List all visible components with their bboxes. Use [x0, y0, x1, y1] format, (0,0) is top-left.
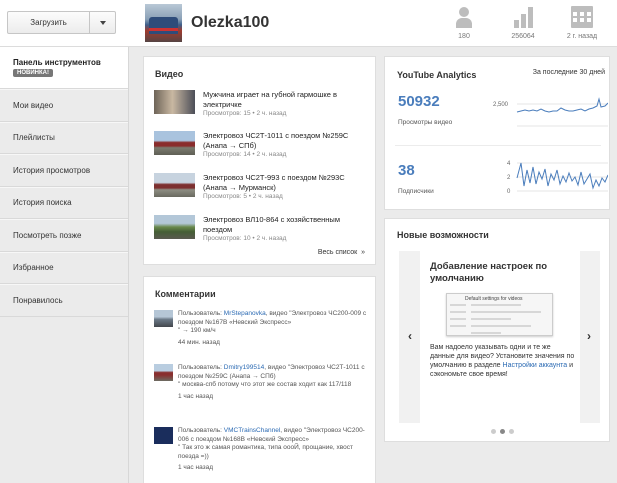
analytics-title[interactable]: YouTube Analytics: [397, 70, 476, 80]
comment-body: Пользователь: MrStepanovka, видео "Элект…: [178, 310, 370, 347]
channel-avatar[interactable]: [154, 427, 173, 444]
videos-card: Видео Мужчина играет на губной гармошке …: [143, 56, 376, 265]
carousel-pagination: [491, 429, 514, 434]
carousel-prev-icon[interactable]: ‹: [404, 329, 416, 343]
carousel-dot[interactable]: [500, 429, 505, 434]
comment-time: 1 час назад: [178, 392, 213, 400]
video-thumbnail[interactable]: [154, 90, 195, 114]
sidebar-item-search-history[interactable]: История поиска: [0, 186, 128, 219]
video-thumbnail[interactable]: [154, 215, 195, 239]
new-badge: НОВИНКА!: [13, 69, 53, 77]
account-settings-link[interactable]: Настройки аккаунта: [503, 362, 568, 369]
upload-button[interactable]: Загрузить: [8, 12, 90, 33]
sidebar-item-favorites[interactable]: Избранное: [0, 251, 128, 284]
comment-user-link[interactable]: Dmitry199514: [224, 364, 264, 371]
subscribers-sparkline[interactable]: 4 2 0: [493, 158, 608, 198]
slide-screenshot: Default settings for videos: [446, 293, 553, 336]
views-count: 256064: [511, 33, 535, 40]
views-sparkline[interactable]: 2,500: [493, 89, 608, 129]
video-meta: Просмотров: 5 • 2 ч. назад: [203, 193, 283, 200]
subscribers-value[interactable]: 38: [398, 162, 415, 179]
calendar-icon: [571, 6, 593, 28]
views-series-line: [516, 97, 608, 113]
video-item[interactable]: Электровоз ЧС2Т-993 с поездом №293С (Ана…: [154, 173, 369, 203]
subscribers-series-line: [516, 162, 608, 190]
views-axis-label: 2,500: [493, 102, 509, 108]
comment-time: 44 мин. назад: [178, 338, 220, 346]
comment-user-link[interactable]: MrStepanovka: [224, 310, 266, 317]
views-label: Просмотры видео: [398, 119, 453, 126]
comments-card: Комментарии Пользователь: MrStepanovka, …: [143, 276, 376, 483]
upload-button-group: Загрузить: [7, 11, 116, 34]
subscribers-label: Подписчики: [398, 188, 434, 195]
comments-title: Комментарии: [155, 289, 216, 299]
chevron-down-icon: [99, 20, 106, 25]
chevron-right-icon: »: [361, 249, 365, 256]
sidebar-item-watch-later[interactable]: Посмотреть позже: [0, 219, 128, 252]
video-meta: Просмотров: 15 • 2 ч. назад: [203, 110, 287, 117]
carousel-slide: Добавление настроек по умолчанию Default…: [420, 251, 580, 423]
subs-axis-label-top: 4: [507, 161, 511, 167]
video-thumbnail[interactable]: [154, 364, 173, 381]
video-title-link[interactable]: Электровоз ЧС2Т-1011 с поездом №259С (Ан…: [203, 131, 368, 151]
video-thumbnail[interactable]: [154, 131, 195, 155]
sidebar-item-label: Панель инструментов: [13, 58, 101, 67]
slide-description: Вам надоело указывать одни и те же данны…: [430, 344, 575, 378]
carousel-dot[interactable]: [509, 429, 514, 434]
features-carousel: ‹ Добавление настроек по умолчанию Defau…: [399, 251, 600, 423]
analytics-divider: [395, 145, 601, 146]
video-item[interactable]: Электровоз ВЛ10-864 с хозяйственным поез…: [154, 215, 369, 245]
sidebar: Панель инструментов НОВИНКА! Мои видео П…: [0, 47, 129, 483]
sidebar-item-my-videos[interactable]: Мои видео: [0, 89, 128, 122]
all-videos-link[interactable]: Весь список »: [318, 249, 365, 256]
upload-dropdown-button[interactable]: [90, 12, 115, 33]
views-chart-icon: [512, 6, 534, 28]
sidebar-item-dashboard[interactable]: Панель инструментов НОВИНКА!: [0, 47, 128, 89]
video-thumbnail[interactable]: [154, 310, 173, 327]
video-item[interactable]: Электровоз ЧС2Т-1011 с поездом №259С (Ан…: [154, 131, 369, 161]
views-value[interactable]: 50932: [398, 93, 440, 110]
subs-axis-label-mid: 2: [507, 175, 511, 181]
analytics-card: YouTube Analytics За последние 30 дней 5…: [384, 56, 610, 210]
comment-body: Пользователь: Dmitry199514, видео "Элект…: [178, 364, 370, 401]
subscribers-count: 180: [458, 33, 470, 40]
features-title: Новые возможности: [397, 230, 489, 240]
video-title-link[interactable]: Мужчина играет на губной гармошке в элек…: [203, 90, 368, 110]
analytics-period: За последние 30 дней: [532, 69, 605, 76]
carousel-next-icon[interactable]: ›: [583, 329, 595, 343]
video-meta: Просмотров: 10 • 2 ч. назад: [203, 235, 287, 242]
views-stat[interactable]: 256064: [498, 6, 548, 40]
video-thumbnail[interactable]: [154, 173, 195, 197]
channel-avatar[interactable]: [145, 4, 182, 42]
sidebar-item-watch-history[interactable]: История просмотров: [0, 154, 128, 187]
video-title-link[interactable]: Электровоз ЧС2Т-993 с поездом №293С (Ана…: [203, 173, 368, 193]
video-item[interactable]: Мужчина играет на губной гармошке в элек…: [154, 90, 369, 120]
subs-axis-label-bottom: 0: [507, 189, 511, 195]
subscribers-icon: [453, 6, 475, 28]
comment-user-link[interactable]: VMCTrainsChannel: [224, 427, 280, 434]
top-bar: Загрузить Olezka100 180 256064 2 г. наза…: [0, 0, 617, 47]
new-features-card: Новые возможности ‹ Добавление настроек …: [384, 218, 610, 442]
sidebar-item-liked[interactable]: Понравилось: [0, 284, 128, 317]
video-meta: Просмотров: 14 • 2 ч. назад: [203, 151, 287, 158]
channel-age: 2 г. назад: [566, 33, 598, 40]
channel-age-stat[interactable]: 2 г. назад: [557, 6, 607, 40]
sidebar-item-playlists[interactable]: Плейлисты: [0, 121, 128, 154]
subscribers-stat[interactable]: 180: [439, 6, 489, 40]
slide-screenshot-title: Default settings for videos: [465, 296, 523, 302]
carousel-dot[interactable]: [491, 429, 496, 434]
channel-name[interactable]: Olezka100: [191, 14, 269, 32]
slide-title: Добавление настроек по умолчанию: [430, 261, 548, 284]
comment-body: Пользователь: VMCTrainsChannel, видео "Э…: [178, 427, 370, 473]
comment-time: 1 час назад: [178, 464, 213, 471]
videos-title: Видео: [155, 69, 184, 79]
video-title-link[interactable]: Электровоз ВЛ10-864 с хозяйственным поез…: [203, 215, 368, 235]
